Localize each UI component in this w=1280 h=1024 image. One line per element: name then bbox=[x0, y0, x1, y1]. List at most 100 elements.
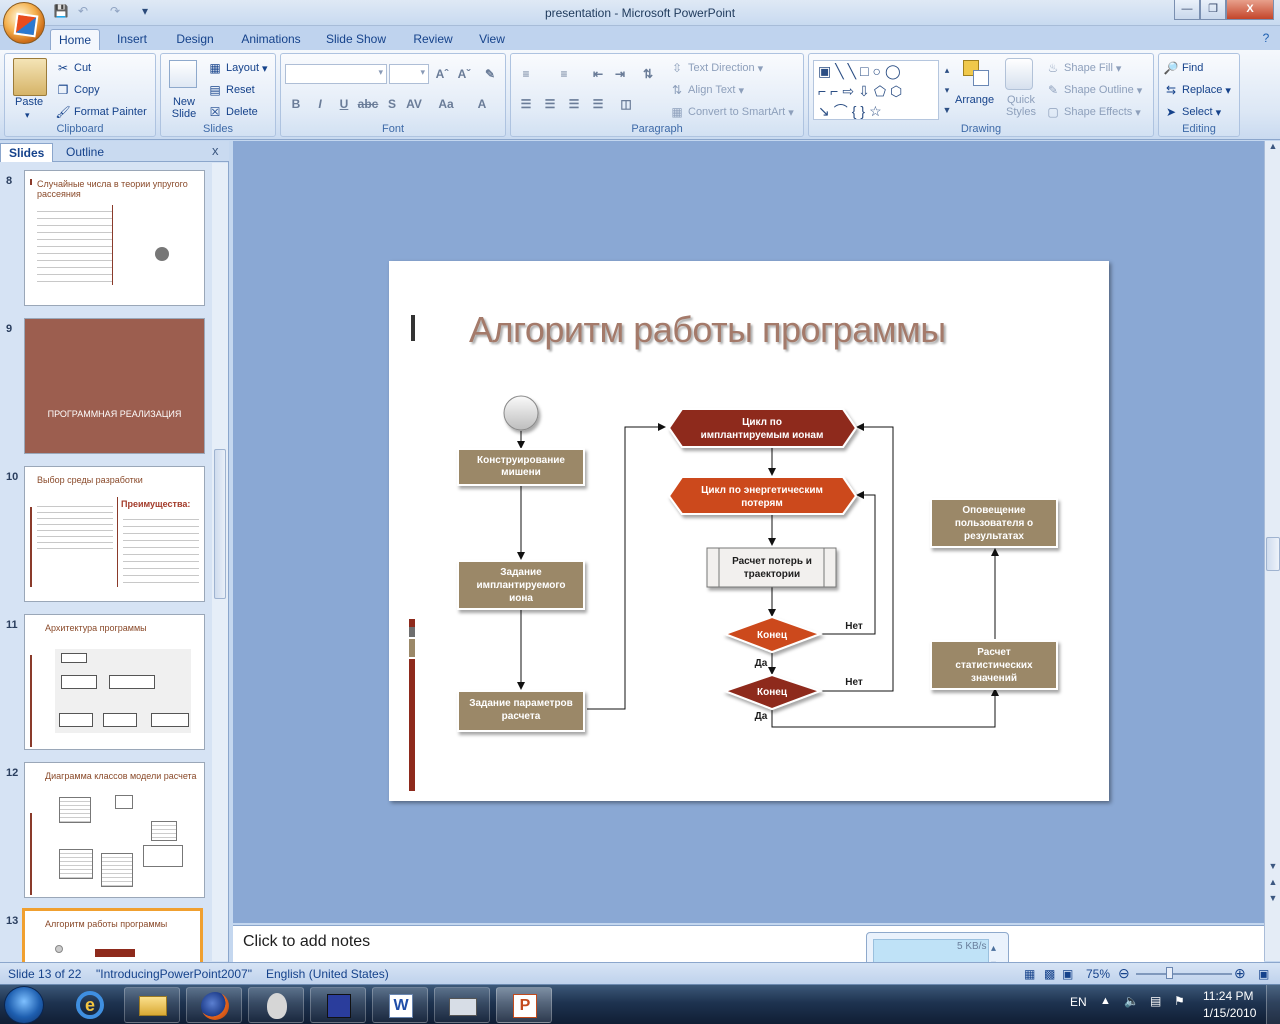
floppy-icon[interactable] bbox=[310, 987, 366, 1023]
align-text-button[interactable]: ⇅ Align Text ▾ bbox=[669, 82, 744, 98]
tab-animations[interactable]: Animations bbox=[236, 29, 306, 50]
node-stats[interactable]: Расчет статистических значений bbox=[930, 640, 1058, 690]
align-left-icon[interactable]: ☰ bbox=[515, 94, 537, 114]
scroll-thumb[interactable] bbox=[1266, 537, 1280, 571]
node-notify[interactable]: Оповещение пользователя о результатах bbox=[930, 498, 1058, 548]
paste-icon[interactable] bbox=[13, 58, 47, 96]
justify-icon[interactable]: ☰ bbox=[587, 94, 609, 114]
tab-slides[interactable]: Slides bbox=[0, 143, 54, 162]
slide-thumbnail-11[interactable]: Архитектура программы bbox=[24, 614, 205, 750]
slide-thumbnail-12[interactable]: Диаграмма классов модели расчета bbox=[24, 762, 205, 898]
quick-styles-icon[interactable] bbox=[1005, 58, 1033, 90]
chevron-up-icon[interactable]: ▴ bbox=[991, 943, 996, 954]
reset-button[interactable]: ▤ Reset bbox=[207, 82, 254, 98]
paste-dropdown-icon[interactable]: ▾ bbox=[25, 110, 30, 121]
volume-icon[interactable]: 🔈 bbox=[1124, 994, 1139, 1008]
clock-time[interactable]: 11:24 PM bbox=[1203, 989, 1253, 1003]
select-button[interactable]: ➤ Select ▾ bbox=[1163, 104, 1221, 120]
line-spacing-icon[interactable]: ⇅ bbox=[637, 64, 659, 84]
scroll-up-icon[interactable]: ▲ bbox=[1266, 141, 1280, 155]
zoom-level[interactable]: 75% bbox=[1086, 967, 1110, 981]
close-icon[interactable]: X bbox=[1226, 0, 1274, 20]
node-implant[interactable]: Задание имплантируемого иона bbox=[457, 560, 585, 610]
char-spacing-icon[interactable]: AV bbox=[403, 94, 425, 114]
new-slide-icon[interactable] bbox=[169, 60, 197, 88]
shrink-font-icon[interactable]: Aˇ bbox=[453, 64, 475, 84]
alienware-icon[interactable] bbox=[248, 987, 304, 1023]
node-loop-energy[interactable]: Цикл по энергетическим потерям bbox=[667, 476, 858, 515]
scroll-down-icon[interactable]: ▼ bbox=[1266, 861, 1280, 875]
shape-effects-button[interactable]: ▢ Shape Effects ▾ bbox=[1045, 104, 1141, 120]
bullets-icon[interactable]: ≡ bbox=[515, 64, 537, 84]
zoom-slider-thumb[interactable] bbox=[1166, 967, 1173, 979]
next-slide-icon[interactable]: ▼ bbox=[1266, 893, 1280, 907]
paste-button[interactable]: Paste bbox=[15, 96, 43, 108]
decrease-indent-icon[interactable]: ⇤ bbox=[587, 64, 609, 84]
arrange-button[interactable]: Arrange bbox=[955, 94, 994, 106]
new-slide-button[interactable]: New Slide bbox=[171, 96, 197, 120]
slide-scrollbar[interactable]: ▲ ▼ ▲ ▼ bbox=[1264, 141, 1280, 961]
increase-indent-icon[interactable]: ⇥ bbox=[609, 64, 631, 84]
clock-date[interactable]: 1/15/2010 bbox=[1203, 1006, 1256, 1020]
columns-icon[interactable]: ◫ bbox=[615, 94, 637, 114]
word-icon[interactable]: W bbox=[372, 987, 428, 1023]
convert-smartart-button[interactable]: ▦ Convert to SmartArt ▾ bbox=[669, 104, 793, 120]
underline-icon[interactable]: U bbox=[333, 94, 355, 114]
quick-styles-button[interactable]: Quick Styles bbox=[1003, 94, 1039, 118]
fit-window-icon[interactable]: ▣ bbox=[1258, 967, 1269, 981]
tab-insert[interactable]: Insert bbox=[108, 29, 156, 50]
prev-slide-icon[interactable]: ▲ bbox=[1266, 877, 1280, 891]
notes-pane[interactable]: Click to add notes bbox=[233, 925, 1264, 962]
tab-slide-show[interactable]: Slide Show bbox=[320, 29, 392, 50]
powerpoint-icon[interactable]: P bbox=[496, 987, 552, 1023]
language-indicator[interactable]: EN bbox=[1070, 995, 1087, 1009]
slide-thumbnail-9[interactable]: ПРОГРАММНАЯ РЕАЛИЗАЦИЯ bbox=[24, 318, 205, 454]
change-case-icon[interactable]: Aa bbox=[435, 94, 457, 114]
notes-placeholder[interactable]: Click to add notes bbox=[243, 933, 370, 951]
office-button[interactable] bbox=[3, 2, 45, 44]
node-params[interactable]: Задание параметров расчета bbox=[457, 690, 585, 732]
zoom-in-icon[interactable]: ⊕ bbox=[1234, 965, 1246, 982]
restore-icon[interactable]: ❐ bbox=[1200, 0, 1226, 20]
italic-icon[interactable]: I bbox=[309, 94, 331, 114]
node-calc-loss[interactable]: Расчет потерь и траектории bbox=[706, 547, 837, 588]
text-direction-button[interactable]: ⇳ Text Direction ▾ bbox=[669, 60, 763, 76]
font-size-combo[interactable]: ▾ bbox=[389, 64, 429, 84]
minimize-icon[interactable]: — bbox=[1174, 0, 1200, 20]
help-icon[interactable]: ? bbox=[1258, 30, 1274, 46]
printer-icon[interactable] bbox=[434, 987, 490, 1023]
tab-review[interactable]: Review bbox=[406, 29, 460, 50]
thumbnail-scrollbar[interactable] bbox=[212, 163, 228, 961]
shapes-gallery[interactable]: ▣╲╲□○◯ ⌐⌐⇨⇩⬠⬡ ↘⌒{}☆ bbox=[813, 60, 939, 120]
slideshow-view-icon[interactable]: ▣ bbox=[1062, 967, 1073, 981]
replace-button[interactable]: ⇆ Replace ▾ bbox=[1163, 82, 1231, 98]
scroll-thumb[interactable] bbox=[214, 449, 226, 599]
flag-icon[interactable]: ⚑ bbox=[1174, 994, 1185, 1008]
slide-thumbnail-13[interactable]: Алгоритм работы программы bbox=[22, 908, 203, 962]
slide-thumbnail-10[interactable]: Выбор среды разработки Преимущества: bbox=[24, 466, 205, 602]
slide[interactable]: Алгоритм работы программы Конструировани… bbox=[389, 261, 1109, 801]
tab-design[interactable]: Design bbox=[168, 29, 222, 50]
node-end2[interactable]: Конец bbox=[722, 673, 823, 711]
numbering-icon[interactable]: ≡ bbox=[553, 64, 575, 84]
network-icon[interactable]: ▤ bbox=[1150, 994, 1161, 1008]
node-loop-ions[interactable]: Цикл по имплантируемым ионам bbox=[667, 408, 858, 448]
layout-button[interactable]: ▦ Layout ▾ bbox=[207, 60, 267, 76]
node-end1[interactable]: Конец bbox=[722, 615, 823, 654]
copy-button[interactable]: ❐ Copy bbox=[55, 82, 100, 98]
strikethrough-icon[interactable]: abc bbox=[357, 94, 379, 114]
tab-view[interactable]: View bbox=[470, 29, 514, 50]
bold-icon[interactable]: B bbox=[285, 94, 307, 114]
format-painter-button[interactable]: 🖌 Format Painter bbox=[55, 104, 146, 120]
gallery-scroll[interactable]: ▴ ▾ ▼ bbox=[941, 60, 953, 120]
shadow-icon[interactable]: S bbox=[381, 94, 403, 114]
slide-thumbnail-8[interactable]: Случайные числа в теории упругого рассея… bbox=[24, 170, 205, 306]
start-button[interactable] bbox=[4, 986, 44, 1024]
find-button[interactable]: 🔎 Find bbox=[1163, 60, 1204, 76]
cut-button[interactable]: ✂ Cut bbox=[55, 60, 91, 76]
explorer-icon[interactable] bbox=[124, 987, 180, 1023]
show-desktop-button[interactable] bbox=[1266, 985, 1280, 1024]
zoom-slider[interactable] bbox=[1136, 973, 1232, 975]
sorter-view-icon[interactable]: ▩ bbox=[1044, 967, 1055, 981]
clear-formatting-icon[interactable]: ✎ bbox=[479, 64, 501, 84]
